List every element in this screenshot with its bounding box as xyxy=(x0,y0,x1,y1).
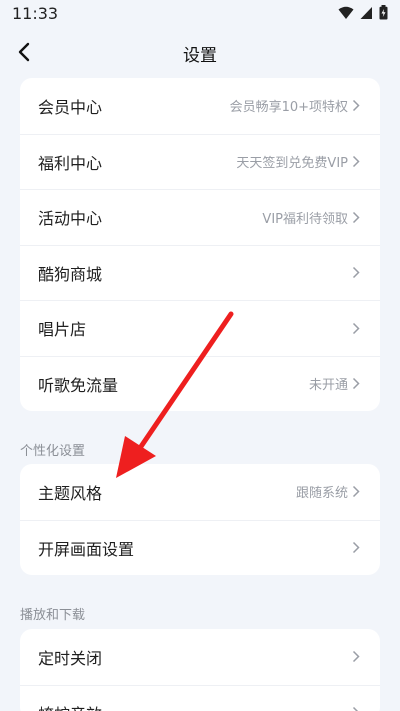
chevron-right-icon xyxy=(352,155,362,169)
chevron-right-icon xyxy=(352,541,362,555)
row-sleep-timer[interactable]: 定时关闭 xyxy=(20,629,380,685)
row-label: 听歌免流量 xyxy=(38,375,119,395)
row-activity-center[interactable]: 活动中心 VIP福利待领取 xyxy=(20,189,380,245)
row-kugou-mall[interactable]: 酷狗商城 xyxy=(20,244,380,301)
status-time: 11:33 xyxy=(12,4,59,23)
row-welfare-center[interactable]: 福利中心 天天签到兑免费VIP xyxy=(20,133,380,190)
settings-screen: 11:33 设置 会员中心 会员畅享10+项特权 福利中心 天天签到兑免费VIP… xyxy=(0,0,400,711)
chevron-right-icon xyxy=(352,210,362,224)
row-label: 开屏画面设置 xyxy=(38,539,135,559)
row-value: 会员畅享10+项特权 xyxy=(229,100,348,116)
row-label: 酷狗商城 xyxy=(38,264,103,284)
chevron-right-icon xyxy=(352,99,362,113)
row-value: VIP福利待领取 xyxy=(262,211,348,227)
row-label: 蝰蛇音效 xyxy=(38,701,102,711)
section-title-personalization: 个性化设置 xyxy=(20,444,86,459)
status-icons xyxy=(338,5,388,20)
row-splash-settings[interactable]: 开屏画面设置 xyxy=(20,519,380,576)
row-label: 唱片店 xyxy=(38,320,87,340)
row-sound-effects[interactable]: 蝰蛇音效 xyxy=(20,684,380,711)
chevron-right-icon xyxy=(352,321,362,335)
chevron-right-icon xyxy=(352,650,362,664)
row-value: 未开通 xyxy=(308,378,348,394)
chevron-right-icon xyxy=(352,706,362,711)
row-value: 天天签到兑免费VIP xyxy=(236,156,348,172)
chevron-right-icon xyxy=(352,485,362,499)
wifi-icon xyxy=(338,6,354,19)
row-label: 定时关闭 xyxy=(38,648,103,668)
row-member-center[interactable]: 会员中心 会员畅享10+项特权 xyxy=(20,78,380,134)
status-bar: 11:33 xyxy=(0,0,400,30)
personalization-card: 主题风格 跟随系统 开屏画面设置 xyxy=(20,464,380,575)
battery-icon xyxy=(379,5,388,20)
section-title-playback: 播放和下载 xyxy=(20,608,86,623)
row-label: 福利中心 xyxy=(38,153,103,173)
chevron-right-icon xyxy=(352,377,362,391)
membership-card: 会员中心 会员畅享10+项特权 福利中心 天天签到兑免费VIP 活动中心 VIP… xyxy=(20,78,380,411)
row-label: 主题风格 xyxy=(38,483,103,503)
row-value: 跟随系统 xyxy=(295,486,348,502)
chevron-right-icon xyxy=(352,266,362,280)
page-title: 设置 xyxy=(183,46,217,66)
playback-card: 定时关闭 蝰蛇音效 xyxy=(20,629,380,711)
row-record-store[interactable]: 唱片店 xyxy=(20,300,380,356)
row-theme-style[interactable]: 主题风格 跟随系统 xyxy=(20,464,380,520)
row-label: 活动中心 xyxy=(38,209,103,229)
signal-icon xyxy=(360,6,372,19)
row-label: 会员中心 xyxy=(38,97,103,117)
row-free-data[interactable]: 听歌免流量 未开通 xyxy=(20,355,380,412)
nav-bar: 设置 xyxy=(0,30,400,74)
